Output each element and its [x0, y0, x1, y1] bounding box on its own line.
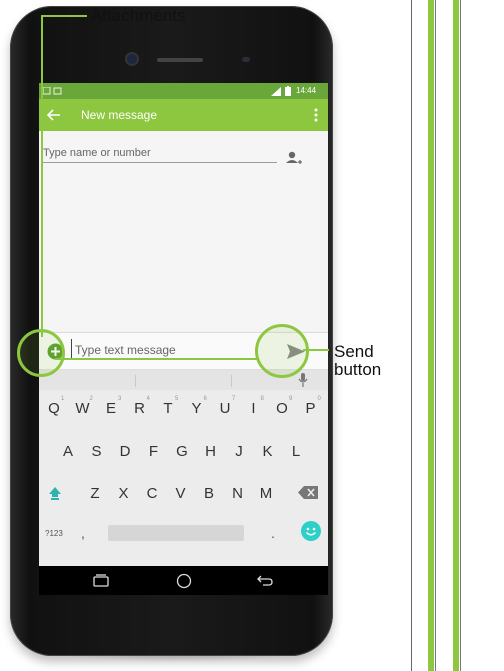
recipient-underline [43, 162, 277, 163]
add-contact-icon[interactable] [286, 151, 302, 167]
input-underline-accent [55, 358, 259, 360]
key-hint-5: 5 [175, 396, 179, 402]
key-e[interactable]: E [100, 400, 122, 417]
key-p[interactable]: P [300, 400, 322, 417]
battery-icon [285, 86, 291, 96]
shift-key-icon[interactable] [47, 485, 63, 501]
key-l[interactable]: L [285, 443, 307, 460]
key-a[interactable]: A [57, 443, 79, 460]
keyboard: Q1 W2 E3 R4 T5 Y6 U7 I8 O9 P0 ASDFGHJKL ZXCVBNM ?… [39, 370, 328, 566]
app-bar: New message [39, 99, 328, 131]
send-label-line2: button [334, 360, 382, 379]
key-x[interactable]: X [113, 485, 135, 502]
message-input[interactable]: Type text message [75, 343, 176, 357]
symbols-key[interactable]: ?123 [45, 529, 63, 538]
notification-icons [43, 87, 62, 95]
attachments-label: Attachments [91, 6, 186, 25]
front-camera [127, 54, 137, 64]
key-q[interactable]: Q [43, 400, 65, 417]
earpiece-speaker [157, 58, 203, 62]
key-m[interactable]: M [255, 485, 277, 502]
key-k[interactable]: K [257, 443, 279, 460]
proximity-sensor [242, 57, 250, 62]
key-d[interactable]: D [114, 443, 136, 460]
green-stripe [428, 0, 434, 671]
space-bar[interactable] [108, 525, 244, 541]
keyboard-row-2: ASDFGHJKL [39, 439, 328, 465]
attachments-callout-line [41, 15, 43, 337]
page-title: New message [81, 108, 158, 122]
compose-area [39, 131, 328, 331]
key-hint-6: 6 [203, 396, 207, 402]
send-label-line1: Send [334, 342, 374, 361]
status-bar: 14:44 [39, 83, 328, 99]
navigation-bar [39, 566, 328, 595]
signal-icon [271, 87, 281, 96]
key-hint-1: 1 [61, 396, 65, 402]
key-o[interactable]: O [271, 400, 293, 417]
backspace-key-icon[interactable] [298, 486, 318, 499]
send-callout-line [303, 349, 329, 351]
key-hint-7: 7 [232, 396, 236, 402]
key-hint-4: 4 [146, 396, 150, 402]
text-cursor [71, 339, 72, 359]
period-key[interactable]: . [271, 525, 275, 541]
recipient-placeholder: Type name or number [43, 147, 151, 159]
key-u[interactable]: U [214, 400, 236, 417]
key-r[interactable]: R [129, 400, 151, 417]
status-time: 14:44 [296, 86, 317, 95]
key-i[interactable]: I [243, 400, 265, 417]
key-t[interactable]: T [157, 400, 179, 417]
back-arrow-icon[interactable] [47, 109, 61, 121]
home-icon[interactable] [176, 573, 192, 589]
key-y[interactable]: Y [186, 400, 208, 417]
key-j[interactable]: J [228, 443, 250, 460]
key-s[interactable]: S [86, 443, 108, 460]
microphone-icon[interactable] [298, 373, 308, 388]
attachments-callout-line-horizontal [41, 15, 87, 17]
key-hint-3: 3 [118, 396, 122, 402]
keyboard-row-3: ZXCVBNM [39, 481, 328, 507]
key-g[interactable]: G [171, 443, 193, 460]
divider-line [411, 0, 412, 671]
key-hint-8: 8 [260, 396, 264, 402]
key-b[interactable]: B [198, 485, 220, 502]
keyboard-row-1: Q1 W2 E3 R4 T5 Y6 U7 I8 O9 P0 [39, 396, 328, 422]
key-v[interactable]: V [170, 485, 192, 502]
key-f[interactable]: F [143, 443, 165, 460]
send-highlight-ring [255, 324, 309, 378]
recent-apps-icon[interactable] [93, 574, 109, 587]
key-c[interactable]: C [141, 485, 163, 502]
overflow-menu-icon[interactable] [314, 108, 318, 122]
key-h[interactable]: H [200, 443, 222, 460]
key-n[interactable]: N [227, 485, 249, 502]
key-w[interactable]: W [72, 400, 94, 417]
key-hint-9: 9 [289, 396, 293, 402]
stripe-edge [435, 0, 436, 671]
stripe-edge [460, 0, 461, 671]
key-z[interactable]: Z [84, 485, 106, 502]
attachments-highlight-ring [17, 329, 65, 377]
emoji-key-icon[interactable] [301, 521, 321, 541]
comma-key[interactable]: , [81, 525, 85, 541]
key-hint-0: 0 [317, 396, 321, 402]
green-stripe [453, 0, 459, 671]
key-hint-2: 2 [89, 396, 93, 402]
back-nav-icon[interactable] [257, 575, 273, 586]
recipient-field[interactable]: Type name or number [43, 147, 273, 161]
